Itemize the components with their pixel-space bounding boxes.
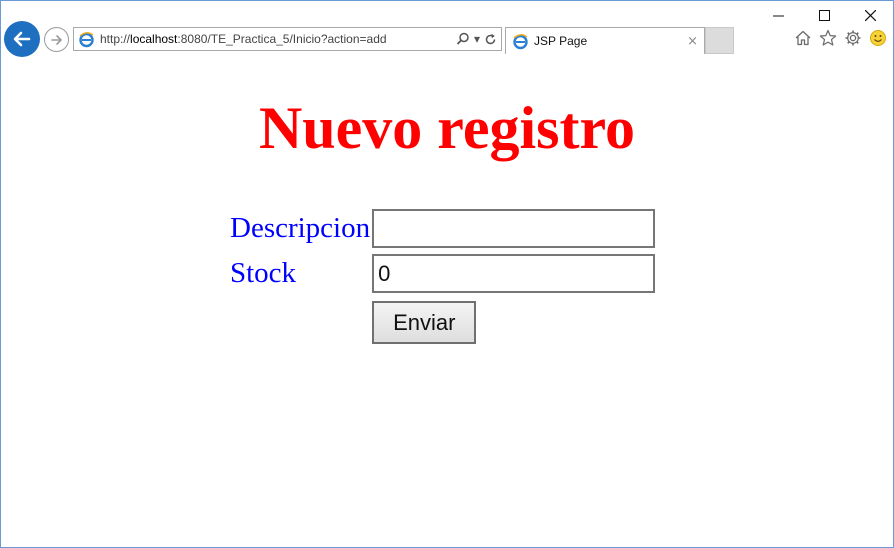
close-icon (864, 9, 876, 21)
descripcion-label: Descripcion (230, 212, 371, 244)
star-icon (819, 29, 837, 46)
descripcion-cell (372, 207, 656, 250)
gear-icon (845, 30, 861, 46)
registro-form: Descripcion Stock Enviar (228, 205, 657, 346)
feedback-button[interactable] (869, 29, 887, 47)
minimize-icon (772, 15, 784, 16)
stock-row: Stock (230, 252, 656, 295)
arrow-left-icon (13, 31, 31, 47)
maximize-icon (818, 9, 830, 21)
page-heading: Nuevo registro (258, 95, 636, 161)
ie-logo-icon (79, 31, 94, 47)
forward-button[interactable] (44, 27, 69, 52)
close-window-button[interactable] (847, 1, 893, 29)
url-prefix: http:// (100, 32, 131, 46)
stock-input[interactable] (372, 254, 656, 293)
back-button[interactable] (4, 21, 40, 57)
descripcion-row: Descripcion (230, 207, 656, 250)
descripcion-input[interactable] (372, 209, 656, 248)
address-bar[interactable]: http://localhost:8080/TE_Practica_5/Inic… (73, 27, 502, 51)
minimize-button[interactable] (755, 1, 801, 29)
home-icon (795, 30, 811, 46)
tab-jsp-page[interactable]: JSP Page × (505, 27, 705, 54)
tab-close-icon[interactable]: × (687, 34, 698, 49)
home-button[interactable] (794, 29, 812, 47)
url-rest: :8080/TE_Practica_5/Inicio?action=add (177, 32, 387, 46)
empty-cell (230, 297, 370, 344)
dropdown-icon[interactable]: ▾ (474, 32, 480, 46)
ie-logo-icon (513, 33, 528, 49)
arrow-right-icon (50, 34, 62, 45)
search-icon[interactable] (456, 32, 470, 46)
url-host: localhost (130, 32, 178, 46)
browser-window: http://localhost:8080/TE_Practica_5/Inic… (0, 0, 894, 548)
submit-row: Enviar (230, 297, 655, 344)
stock-cell (372, 252, 656, 295)
maximize-button[interactable] (801, 1, 847, 29)
browser-toolbar (794, 29, 887, 47)
refresh-icon[interactable] (484, 33, 497, 46)
enviar-button[interactable]: Enviar (372, 301, 477, 344)
window-controls (755, 1, 893, 29)
settings-button[interactable] (844, 29, 862, 47)
smiley-icon (870, 30, 886, 46)
address-tools: ▾ (456, 32, 497, 46)
tab-title: JSP Page (534, 34, 588, 48)
url-text[interactable]: http://localhost:8080/TE_Practica_5/Inic… (100, 32, 452, 46)
new-tab-button[interactable] (705, 27, 734, 54)
favorites-button[interactable] (819, 29, 837, 47)
stock-label: Stock (230, 257, 297, 289)
submit-cell: Enviar (372, 297, 655, 344)
